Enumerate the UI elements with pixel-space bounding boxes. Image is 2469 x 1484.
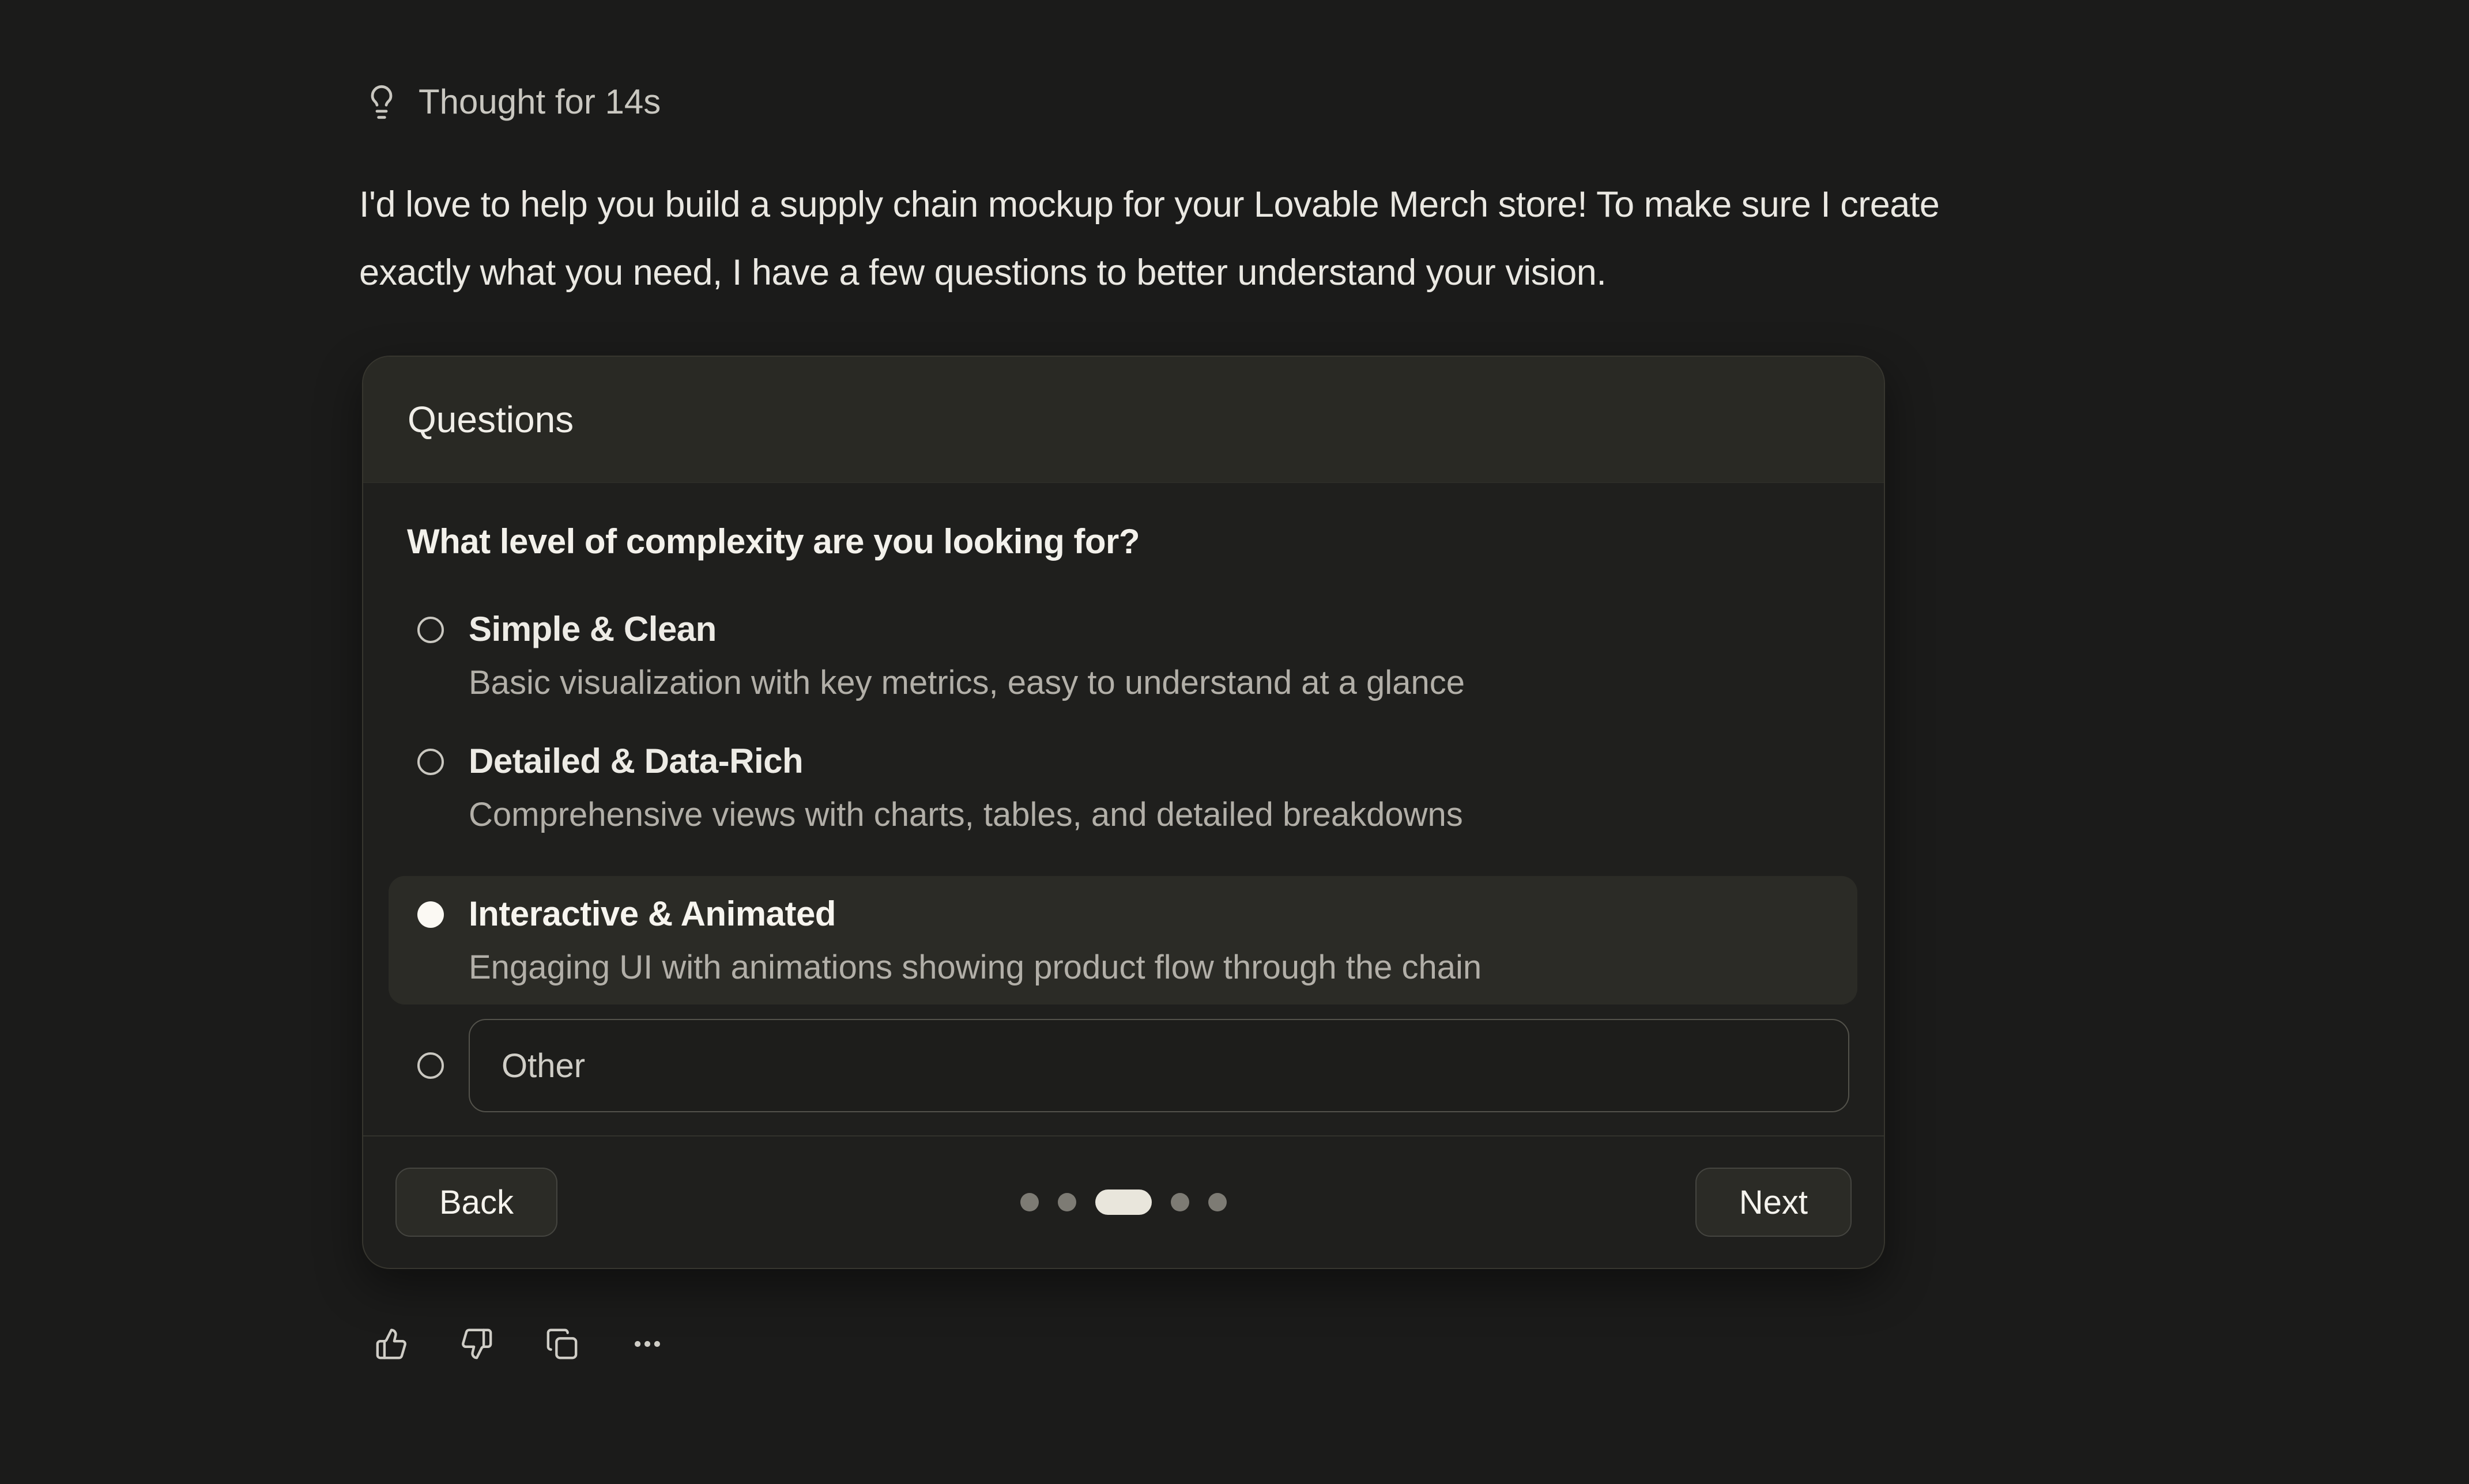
pagination-dot <box>1171 1193 1189 1211</box>
card-header: Questions <box>363 357 1884 483</box>
pagination-dot-active <box>1095 1190 1152 1215</box>
ellipsis-icon <box>631 1327 664 1361</box>
message-actions <box>375 1327 664 1361</box>
more-options-button[interactable] <box>631 1327 664 1361</box>
message-line: I'd love to help you build a supply chai… <box>359 171 1939 239</box>
card-body: What level of complexity are you looking… <box>363 483 1884 1112</box>
option-other[interactable] <box>407 1019 1849 1112</box>
back-button[interactable]: Back <box>395 1168 557 1237</box>
option-description: Comprehensive views with charts, tables,… <box>469 798 1463 832</box>
card-title: Questions <box>408 398 574 441</box>
option-detailed-data-rich[interactable]: Detailed & Data-Rich Comprehensive views… <box>407 744 1840 832</box>
copy-button[interactable] <box>545 1327 579 1361</box>
pagination-dot <box>1020 1193 1039 1211</box>
question-heading: What level of complexity are you looking… <box>407 521 1840 562</box>
option-interactive-animated[interactable]: Interactive & Animated Engaging UI with … <box>389 876 1857 1005</box>
assistant-message: I'd love to help you build a supply chai… <box>359 171 1939 307</box>
thumbs-down-button[interactable] <box>460 1327 493 1361</box>
thumbs-up-icon <box>375 1327 408 1361</box>
questions-card: Questions What level of complexity are y… <box>362 356 1885 1269</box>
other-input[interactable] <box>469 1019 1849 1112</box>
option-simple-clean[interactable]: Simple & Clean Basic visualization with … <box>407 612 1840 700</box>
option-title: Interactive & Animated <box>469 897 1482 931</box>
option-description: Basic visualization with key metrics, ea… <box>469 666 1465 700</box>
next-button[interactable]: Next <box>1695 1168 1852 1237</box>
lightbulb-icon <box>363 84 400 120</box>
option-title: Detailed & Data-Rich <box>469 744 1463 779</box>
card-footer: Back Next <box>363 1135 1884 1268</box>
option-description: Engaging UI with animations showing prod… <box>469 950 1482 985</box>
pagination-dot <box>1058 1193 1076 1211</box>
pagination-dots <box>1020 1190 1227 1215</box>
thumbs-up-button[interactable] <box>375 1327 408 1361</box>
radio-unselected-icon[interactable] <box>417 749 444 775</box>
copy-icon <box>545 1327 579 1361</box>
radio-unselected-icon[interactable] <box>417 1052 444 1079</box>
radio-unselected-icon[interactable] <box>417 617 444 643</box>
thought-label: Thought for 14s <box>419 82 661 122</box>
radio-selected-icon[interactable] <box>417 901 444 928</box>
thumbs-down-icon <box>460 1327 493 1361</box>
message-line: exactly what you need, I have a few ques… <box>359 239 1939 307</box>
thought-indicator[interactable]: Thought for 14s <box>363 82 661 122</box>
option-title: Simple & Clean <box>469 612 1465 647</box>
pagination-dot <box>1208 1193 1227 1211</box>
